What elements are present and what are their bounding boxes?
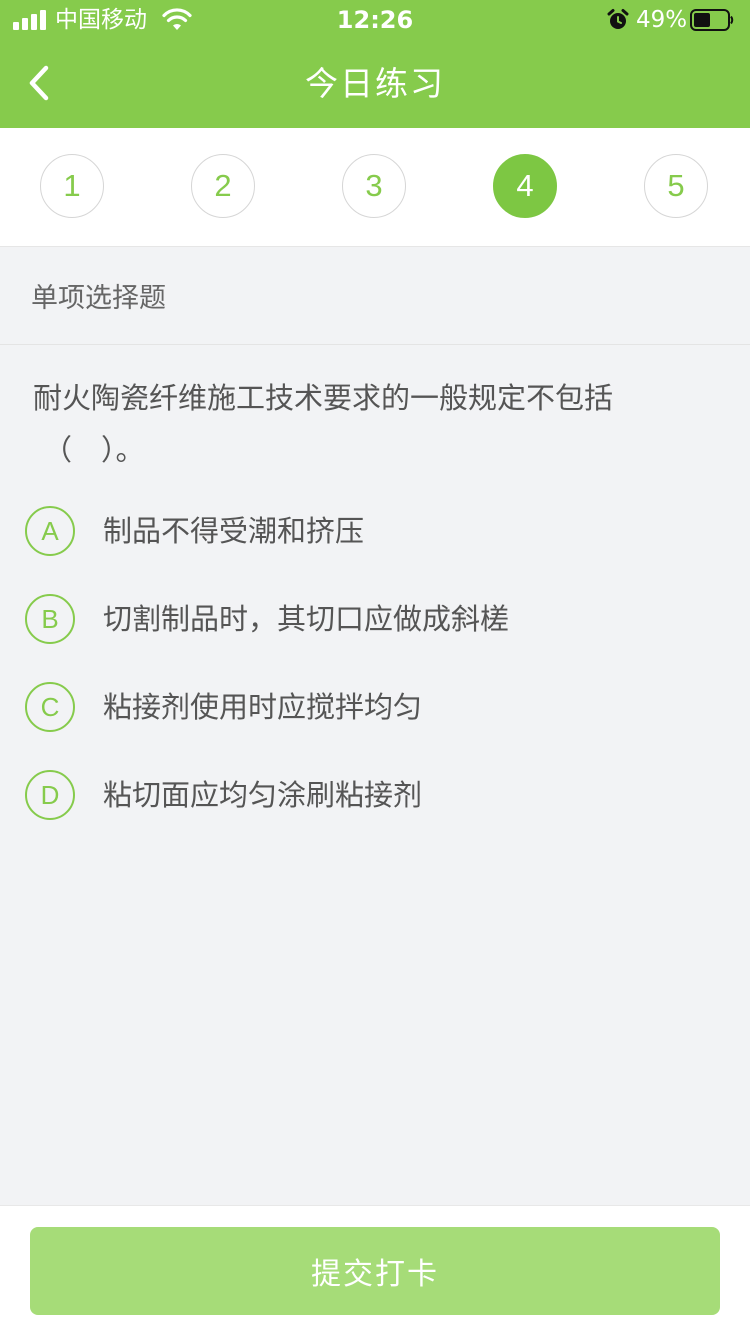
alarm-icon	[607, 9, 629, 29]
option-text: 粘接剂使用时应搅拌均匀	[103, 690, 423, 724]
question-type-bar: 单项选择题	[0, 247, 750, 345]
option-letter-badge: C	[25, 682, 75, 732]
app-header: 中国移动 12:26 49% 今日练习	[0, 0, 750, 128]
nav-bar: 今日练习	[0, 40, 750, 128]
battery-icon	[690, 9, 734, 31]
option-d[interactable]: D 粘切面应均匀涂刷粘接剂	[25, 767, 725, 823]
question-type-label: 单项选择题	[31, 283, 166, 314]
option-c[interactable]: C 粘接剂使用时应搅拌均匀	[25, 679, 725, 735]
question-number-5[interactable]: 5	[644, 154, 708, 218]
option-text: 制品不得受潮和挤压	[103, 514, 365, 548]
option-text: 切割制品时，其切口应做成斜槎	[103, 602, 510, 636]
question-stem-text: 耐火陶瓷纤维施工技术要求的一般规定不包括	[33, 381, 614, 415]
option-text: 粘切面应均匀涂刷粘接剂	[103, 778, 423, 812]
submit-checkin-button[interactable]: 提交打卡	[30, 1227, 720, 1315]
question-number-selector: 1 2 3 4 5	[0, 128, 750, 247]
status-bar: 中国移动 12:26 49%	[0, 0, 750, 40]
question-number-1[interactable]: 1	[40, 154, 104, 218]
footer-bar: 提交打卡	[0, 1205, 750, 1334]
question-number-4[interactable]: 4	[493, 154, 557, 218]
chevron-left-icon[interactable]	[22, 60, 58, 106]
question-stem: 耐火陶瓷纤维施工技术要求的一般规定不包括 （ ）。	[33, 372, 673, 476]
question-number-2[interactable]: 2	[191, 154, 255, 218]
option-letter-badge: A	[25, 506, 75, 556]
option-letter-badge: B	[25, 594, 75, 644]
question-blank: （ ）。	[43, 433, 145, 467]
option-a[interactable]: A 制品不得受潮和挤压	[25, 503, 725, 559]
option-letter-badge: D	[25, 770, 75, 820]
option-b[interactable]: B 切割制品时，其切口应做成斜槎	[25, 591, 725, 647]
page-title: 今日练习	[305, 64, 445, 103]
question-number-3[interactable]: 3	[342, 154, 406, 218]
battery-percent: 49%	[636, 7, 688, 33]
